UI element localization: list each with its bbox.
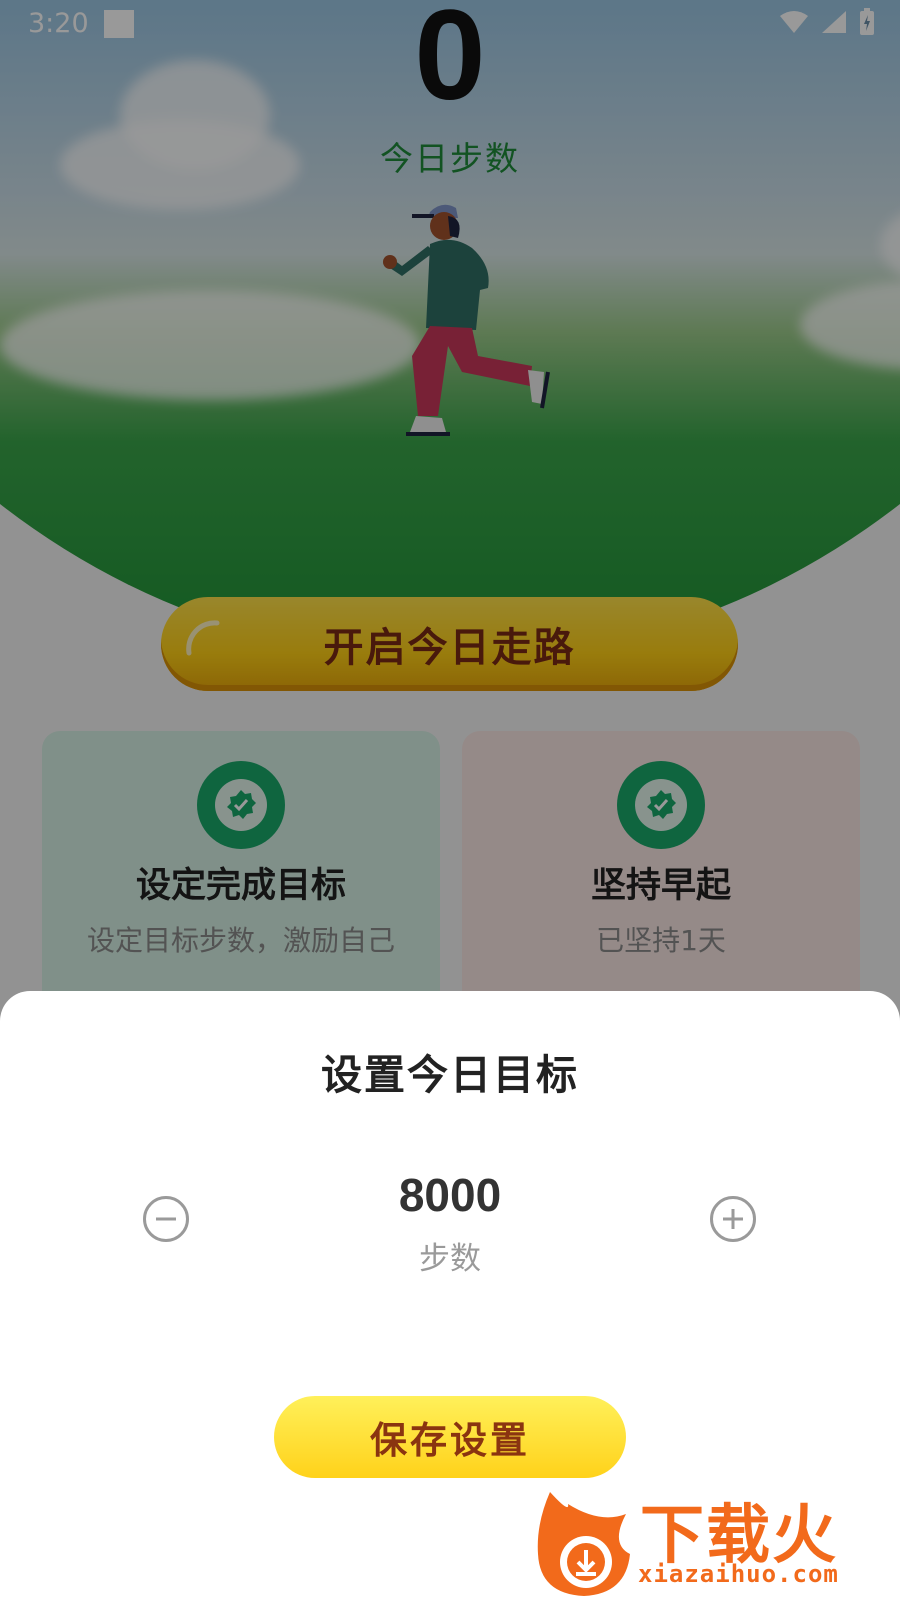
- increase-goal-button[interactable]: [710, 1196, 756, 1242]
- goal-step-unit: 步数: [419, 1241, 481, 1277]
- save-settings-label: 保存设置: [370, 1419, 530, 1462]
- save-settings-button[interactable]: 保存设置: [274, 1396, 626, 1478]
- watermark: 下载火 xiazaihuo.com: [530, 1484, 900, 1600]
- flame-logo-icon: [537, 1492, 630, 1596]
- watermark-url: xiazaihuo.com: [638, 1560, 839, 1588]
- sheet-title: 设置今日目标: [321, 1051, 579, 1099]
- plus-icon: [723, 1209, 743, 1229]
- goal-step-value: 8000: [398, 1169, 502, 1221]
